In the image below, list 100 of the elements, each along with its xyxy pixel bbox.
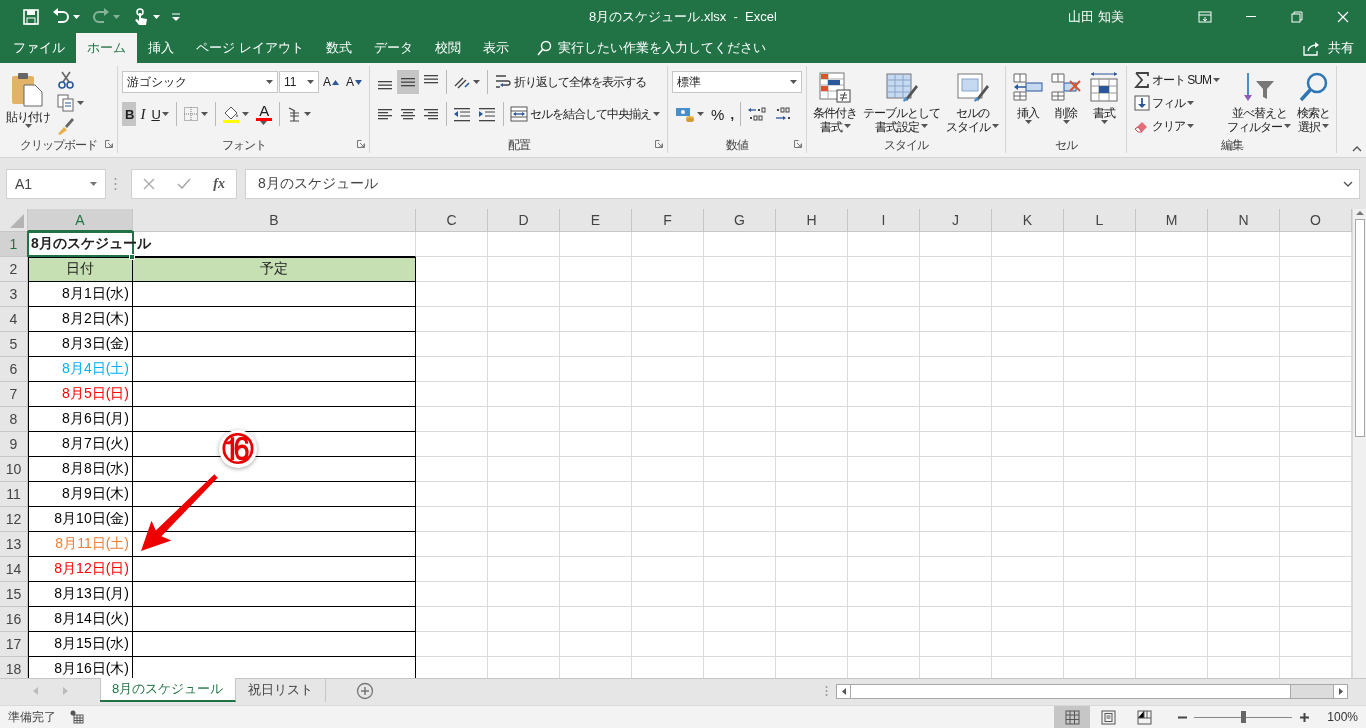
scrollbar-thumb[interactable] bbox=[851, 684, 1291, 698]
macro-record-button[interactable] bbox=[70, 710, 84, 724]
row-header[interactable]: 2 bbox=[0, 257, 28, 282]
ribbon-tab[interactable]: ページ レイアウト bbox=[185, 33, 315, 63]
row-header[interactable]: 16 bbox=[0, 607, 28, 632]
column-header[interactable]: C bbox=[416, 209, 488, 232]
column-header[interactable]: E bbox=[560, 209, 632, 232]
font-size-field[interactable]: 11 bbox=[279, 71, 319, 93]
column-header[interactable]: M bbox=[1136, 209, 1208, 232]
collapse-ribbon-button[interactable] bbox=[1352, 146, 1362, 152]
fill-button[interactable]: フィル bbox=[1131, 92, 1224, 114]
cancel-button[interactable] bbox=[143, 177, 156, 190]
ribbon-tab[interactable]: 挿入 bbox=[137, 33, 185, 63]
share-button[interactable]: 共有 bbox=[1302, 33, 1366, 63]
ribbon-tab[interactable]: 校閲 bbox=[423, 33, 472, 63]
autosum-button[interactable]: オート SUM bbox=[1131, 69, 1224, 91]
column-header[interactable]: L bbox=[1064, 209, 1136, 232]
zoom-slider[interactable] bbox=[1194, 711, 1292, 723]
sheet-tab[interactable]: 祝日リスト bbox=[236, 678, 327, 702]
dialog-launcher-button[interactable] bbox=[357, 140, 366, 148]
column-header[interactable]: O bbox=[1280, 209, 1352, 232]
row-header[interactable]: 15 bbox=[0, 582, 28, 607]
row-header[interactable]: 5 bbox=[0, 332, 28, 357]
column-header[interactable]: F bbox=[632, 209, 704, 232]
wrap-text-button[interactable]: 折り返して全体を表示する bbox=[487, 70, 650, 94]
sort-filter-button[interactable]: 並べ替えと フィルター bbox=[1225, 69, 1294, 136]
number-format-field[interactable]: 標準 bbox=[672, 71, 803, 93]
italic-button[interactable]: I bbox=[137, 102, 148, 126]
row-header[interactable]: 13 bbox=[0, 532, 28, 557]
name-box[interactable]: A1 bbox=[6, 168, 106, 199]
scroll-left-button[interactable] bbox=[837, 684, 851, 698]
copy-button[interactable] bbox=[54, 92, 87, 114]
comma-button[interactable]: , bbox=[727, 102, 736, 126]
ribbon-tab[interactable]: 数式 bbox=[314, 33, 363, 63]
grid-icon bbox=[1064, 709, 1080, 725]
ribbon-tab[interactable]: 表示 bbox=[471, 33, 520, 63]
ribbon-tab[interactable]: ホーム bbox=[76, 33, 137, 63]
cell-grid[interactable] bbox=[416, 232, 1352, 678]
sheet-tab[interactable]: 8月のスケジュール bbox=[100, 678, 237, 702]
row-header[interactable]: 11 bbox=[0, 482, 28, 507]
grow-font-button[interactable]: A bbox=[320, 70, 342, 94]
align-middle-button[interactable] bbox=[397, 70, 420, 94]
conditional-format-button[interactable]: 条件付き 書式 bbox=[811, 69, 860, 136]
column-header[interactable]: D bbox=[488, 209, 560, 232]
column-header[interactable]: G bbox=[704, 209, 776, 232]
row-header[interactable]: 10 bbox=[0, 457, 28, 482]
font-color-button[interactable]: A bbox=[252, 102, 275, 126]
delete-button[interactable]: 削除 bbox=[1048, 69, 1085, 129]
font-name-field[interactable]: 游ゴシック bbox=[122, 71, 278, 93]
merge-button[interactable]: セルを結合して中央揃え bbox=[503, 102, 664, 126]
phonetic-button[interactable] bbox=[278, 102, 314, 126]
enter-button[interactable] bbox=[177, 177, 192, 190]
row-header[interactable]: 14 bbox=[0, 557, 28, 582]
table-format-button[interactable]: テーブルとして 書式設定 bbox=[861, 69, 943, 136]
insert-button[interactable]: 挿入 bbox=[1010, 69, 1047, 129]
row-header[interactable]: 18 bbox=[0, 657, 28, 678]
column-header[interactable]: A bbox=[28, 209, 133, 232]
shrink-font-button[interactable]: A bbox=[343, 70, 366, 94]
percent-button[interactable]: % bbox=[708, 102, 727, 126]
user-name[interactable]: 山田 知美 bbox=[1068, 7, 1124, 26]
column-header[interactable]: H bbox=[776, 209, 848, 232]
row-header[interactable]: 4 bbox=[0, 307, 28, 332]
zoom-level[interactable]: 100% bbox=[1318, 710, 1358, 724]
insert-function-button[interactable]: fx bbox=[213, 175, 225, 192]
horizontal-scrollbar[interactable] bbox=[836, 683, 1348, 699]
column-header[interactable]: J bbox=[920, 209, 992, 232]
paste-button[interactable]: 貼り付け bbox=[4, 69, 52, 133]
scroll-right-button[interactable] bbox=[1333, 684, 1347, 698]
clear-button[interactable]: クリア bbox=[1131, 115, 1224, 137]
ribbon-tab[interactable]: ファイル bbox=[2, 33, 76, 63]
normal-view-button[interactable] bbox=[1054, 705, 1090, 728]
row-header[interactable]: 9 bbox=[0, 432, 28, 457]
dialog-launcher-button[interactable] bbox=[105, 140, 113, 148]
format-button[interactable]: 書式 bbox=[1086, 69, 1123, 129]
row-header[interactable]: 1 bbox=[0, 232, 28, 257]
row-header[interactable]: 3 bbox=[0, 282, 28, 307]
dialog-launcher-button[interactable] bbox=[655, 140, 664, 148]
row-header[interactable]: 8 bbox=[0, 407, 28, 432]
row-header[interactable]: 7 bbox=[0, 382, 28, 407]
fill-color-button[interactable] bbox=[214, 102, 252, 126]
bold-button[interactable]: B bbox=[122, 102, 137, 126]
row-header[interactable]: 12 bbox=[0, 507, 28, 532]
column-header[interactable]: N bbox=[1208, 209, 1280, 232]
row-header[interactable]: 6 bbox=[0, 357, 28, 382]
vertical-scrollbar[interactable] bbox=[1352, 209, 1366, 678]
scroll-up-button[interactable] bbox=[1355, 209, 1364, 217]
column-header[interactable]: B bbox=[133, 209, 416, 232]
tell-me-field[interactable]: 実行したい作業を入力してください bbox=[535, 33, 766, 63]
ribbon-tab[interactable]: データ bbox=[362, 33, 424, 63]
formula-field[interactable]: 8月のスケジュール bbox=[245, 168, 1360, 199]
slider-thumb[interactable] bbox=[1241, 711, 1246, 723]
find-select-button[interactable]: 検索と 選択 bbox=[1295, 69, 1333, 136]
underline-button[interactable]: U bbox=[148, 102, 172, 126]
dialog-launcher-button[interactable] bbox=[794, 140, 803, 148]
column-header[interactable]: I bbox=[848, 209, 920, 232]
fill-handle[interactable] bbox=[129, 254, 135, 260]
scrollbar-thumb[interactable] bbox=[1354, 219, 1365, 437]
column-header[interactable]: K bbox=[992, 209, 1064, 232]
row-header[interactable]: 17 bbox=[0, 632, 28, 657]
cell-styles-button[interactable]: セルの スタイル bbox=[944, 69, 1002, 136]
